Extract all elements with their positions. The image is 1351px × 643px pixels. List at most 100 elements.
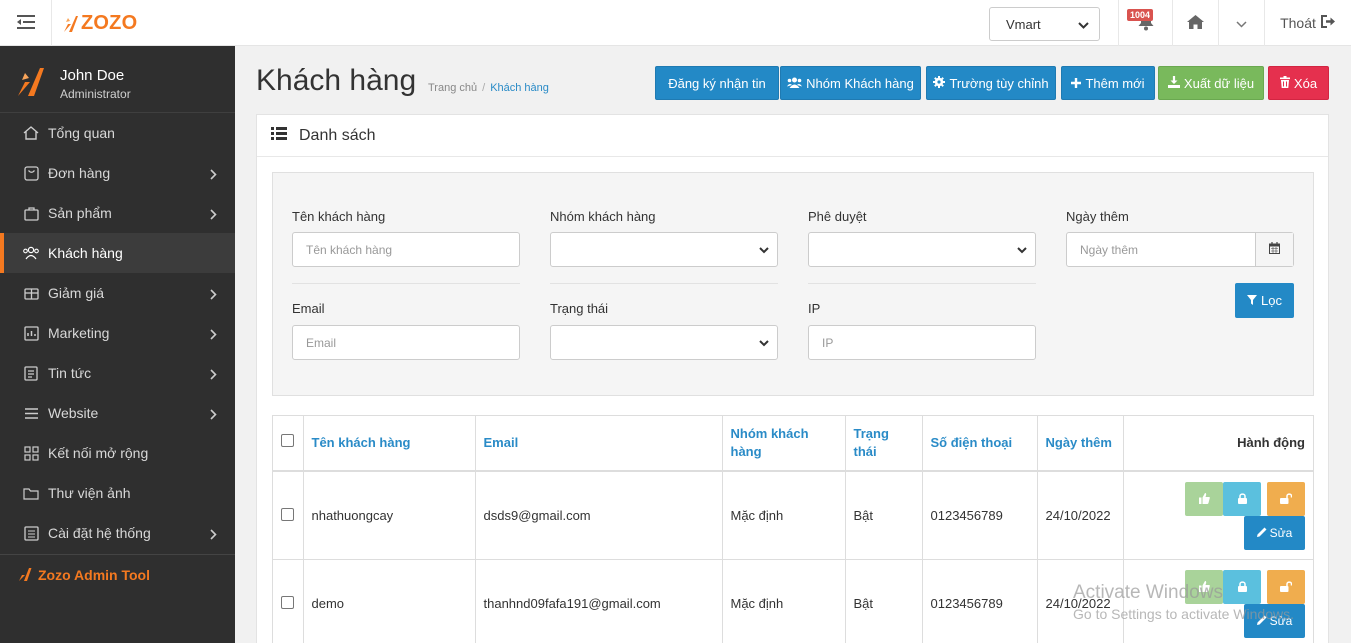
user-menu-dropdown[interactable] — [1218, 0, 1264, 46]
brand-logo[interactable]: ZOZO — [62, 12, 137, 35]
lock-button[interactable] — [1223, 482, 1261, 516]
sidebar-item-settings[interactable]: Cài đặt hệ thống — [0, 513, 235, 553]
column-header-name[interactable]: Tên khách hàng — [303, 416, 476, 472]
sidebar-item-news[interactable]: Tin tức — [0, 353, 235, 393]
column-header-email[interactable]: Email — [475, 416, 723, 472]
breadcrumb: Trang chủ / Khách hàng — [428, 82, 549, 94]
email-filter-input[interactable]: Email — [292, 325, 520, 360]
sidebar-item-label: Thư viện ảnh — [48, 485, 131, 501]
user-avatar-logo-icon — [16, 64, 46, 99]
sidebar: John Doe Administrator Tổng quan Đơn hàn… — [0, 46, 235, 643]
edit-button[interactable]: Sửa — [1244, 516, 1305, 550]
pencil-icon — [1256, 614, 1267, 628]
sidebar-item-label: Giảm giá — [48, 285, 105, 301]
customer-name-placeholder: Tên khách hàng — [306, 242, 393, 257]
lock-button[interactable] — [1223, 570, 1261, 604]
select-all-checkbox[interactable] — [281, 434, 294, 447]
customer-status-cell: Bật — [845, 471, 923, 560]
unlock-button[interactable] — [1267, 570, 1305, 604]
sidebar-item-orders[interactable]: Đơn hàng — [0, 153, 235, 193]
user-role: Administrator — [60, 87, 131, 101]
home-button[interactable] — [1172, 0, 1218, 46]
edit-button[interactable]: Sửa — [1244, 604, 1305, 638]
column-header-group[interactable]: Nhóm khách hàng — [722, 416, 846, 472]
column-header-status[interactable]: Trạng thái — [845, 416, 923, 472]
custom-fields-button[interactable]: Trường tùy chỉnh — [926, 66, 1056, 100]
product-icon — [22, 204, 40, 222]
column-header-date[interactable]: Ngày thêm — [1037, 416, 1124, 472]
plus-icon — [1071, 76, 1082, 91]
store-select[interactable]: Vmart — [989, 7, 1100, 41]
logout-button[interactable]: Thoát — [1264, 0, 1351, 46]
status-filter-select[interactable] — [550, 325, 778, 360]
sidebar-item-label: Website — [48, 405, 99, 421]
date-picker-button[interactable] — [1255, 233, 1293, 266]
date-added-filter-label: Ngày thêm — [1066, 209, 1129, 224]
delete-button[interactable]: Xóa — [1268, 66, 1329, 100]
sidebar-item-products[interactable]: Sản phẩm — [0, 193, 235, 233]
dashboard-icon — [22, 124, 40, 142]
sidebar-item-extensions[interactable]: Kết nối mở rộng — [0, 433, 235, 473]
gear-icon — [933, 75, 946, 91]
website-icon — [22, 404, 40, 422]
sidebar-item-marketing[interactable]: Marketing — [0, 313, 235, 353]
sidebar-item-label: Tổng quan — [48, 125, 115, 141]
order-icon — [22, 164, 40, 182]
chevron-down-icon — [1078, 17, 1089, 32]
filter-label: Lọc — [1261, 293, 1282, 308]
ip-filter-input[interactable]: IP — [808, 325, 1036, 360]
table-row: demo thanhnd09fafa191@gmail.com Mặc định… — [273, 559, 1313, 643]
lock-icon — [1237, 492, 1247, 507]
row-checkbox[interactable] — [281, 507, 294, 521]
list-icon — [271, 126, 287, 145]
approve-button[interactable] — [1185, 570, 1223, 604]
row-checkbox[interactable] — [281, 595, 294, 609]
customer-email-cell: thanhnd09fafa191@gmail.com — [475, 559, 723, 643]
breadcrumb-home-link[interactable]: Trang chủ — [428, 82, 477, 94]
customer-group-button[interactable]: Nhóm Khách hàng — [780, 66, 921, 100]
column-header-actions: Hành động — [1123, 416, 1313, 472]
sidebar-item-website[interactable]: Website — [0, 393, 235, 433]
menu-toggle-button[interactable] — [0, 0, 52, 46]
actions-cell: Sửa — [1123, 471, 1313, 560]
sidebar-item-customers[interactable]: Khách hàng — [0, 233, 235, 273]
chevron-down-icon — [1017, 242, 1027, 257]
sidebar-item-label: Marketing — [48, 325, 110, 341]
customer-name-cell: demo — [303, 559, 476, 643]
customer-name-filter-input[interactable]: Tên khách hàng — [292, 232, 520, 267]
status-filter-label: Trạng thái — [550, 301, 609, 316]
customer-group-filter-select[interactable] — [550, 232, 778, 267]
breadcrumb-separator: / — [482, 82, 486, 94]
customer-status-cell: Bật — [845, 559, 923, 643]
filter-form: Tên khách hàng Tên khách hàng Nhóm khách… — [272, 172, 1314, 396]
customer-name-cell: nhathuongcay — [303, 471, 476, 560]
breadcrumb-current[interactable]: Khách hàng — [490, 82, 549, 94]
subscribe-button[interactable]: Đăng ký nhận tin — [655, 66, 779, 100]
sidebar-item-dashboard[interactable]: Tổng quan — [0, 113, 235, 153]
column-header-phone[interactable]: Số điện thoại — [922, 416, 1038, 472]
sidebar-item-discounts[interactable]: Giảm giá — [0, 273, 235, 313]
date-added-filter-input[interactable]: Ngày thêm — [1067, 233, 1255, 266]
chevron-right-icon — [210, 367, 217, 383]
unlock-button[interactable] — [1267, 482, 1305, 516]
sidebar-item-label: Tin tức — [48, 365, 92, 381]
filter-icon — [1247, 293, 1258, 308]
notifications-button[interactable]: 1004 — [1118, 0, 1172, 46]
admin-tool-link[interactable]: Zozo Admin Tool — [0, 554, 235, 594]
approve-button[interactable] — [1185, 482, 1223, 516]
approval-filter-select[interactable] — [808, 232, 1036, 267]
add-new-label: Thêm mới — [1085, 75, 1145, 91]
select-all-cell — [273, 416, 304, 472]
customer-group-filter-label: Nhóm khách hàng — [550, 209, 656, 224]
chevron-right-icon — [210, 207, 217, 223]
filter-button[interactable]: Lọc — [1235, 283, 1294, 318]
top-bar: ZOZO Vmart 1004 Thoát — [0, 0, 1351, 46]
add-new-button[interactable]: Thêm mới — [1061, 66, 1155, 100]
users-icon — [787, 76, 803, 91]
panel-title: Danh sách — [299, 126, 376, 144]
export-button[interactable]: Xuất dữ liệu — [1158, 66, 1264, 100]
sidebar-item-gallery[interactable]: Thư viện ảnh — [0, 473, 235, 513]
subscribe-label: Đăng ký nhận tin — [668, 75, 766, 91]
customer-group-cell: Mặc định — [722, 471, 846, 560]
chevron-down-icon — [759, 335, 769, 350]
